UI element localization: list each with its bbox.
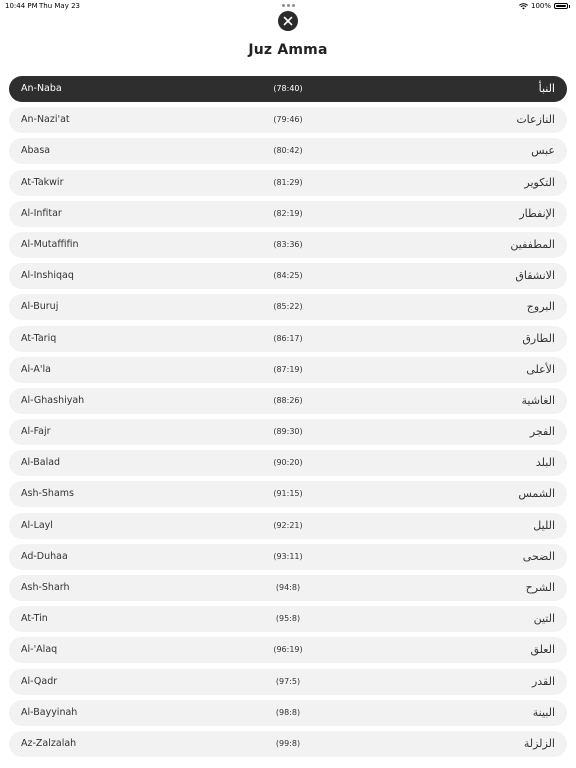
surah-arabic-name: التكوير (524, 175, 555, 189)
surah-row[interactable]: Ash-Sharh (94:8) الشرح (9, 575, 567, 601)
surah-reference: (97:5) (275, 676, 301, 686)
surah-reference: (85:22) (273, 302, 303, 312)
surah-arabic-name: الليل (533, 518, 555, 532)
surah-reference: (90:20) (273, 458, 303, 468)
surah-row[interactable]: Az-Zalzalah (99:8) الزلزلة (9, 730, 567, 757)
surah-reference: (80:42) (273, 146, 303, 156)
surah-reference: (83:36) (273, 239, 303, 249)
surah-reference: (95:8) (275, 614, 301, 624)
surah-arabic-name: العلق (530, 643, 555, 657)
surah-reference: (78:40) (273, 84, 303, 93)
surah-arabic-name: النبأ (538, 82, 555, 95)
surah-row[interactable]: At-Tariq (86:17) الطارق (9, 325, 567, 352)
surah-arabic-name: المطففين (510, 237, 555, 251)
surah-row[interactable]: Al-Balad (90:20) البلد (9, 450, 567, 477)
surah-arabic-name: الفجر (529, 425, 555, 439)
surah-reference: (87:19) (273, 364, 303, 374)
status-indicators: 100% (519, 2, 570, 10)
surah-row[interactable]: Al-A'la (87:19) الأعلى (9, 356, 567, 383)
surah-reference: (82:19) (273, 208, 303, 218)
surah-row[interactable]: Al-'Alaq (96:19) العلق (9, 637, 567, 664)
surah-row[interactable]: Al-Layl (92:21) الليل (9, 512, 567, 539)
surah-row[interactable]: At-Takwir (81:29) التكوير (9, 169, 567, 196)
surah-reference: (94:8) (275, 583, 301, 592)
surah-reference: (98:8) (275, 707, 301, 717)
sheet-grabber-handle[interactable] (282, 4, 295, 7)
surah-row[interactable]: Ad-Duhaa (93:11) الضحى (9, 543, 567, 570)
surah-arabic-name: البلد (535, 456, 555, 470)
surah-arabic-name: القدر (531, 674, 555, 688)
surah-row[interactable]: An-Nazi'at (79:46) النازعات (9, 107, 567, 134)
surah-arabic-name: الانشقاق (515, 269, 555, 283)
surah-row[interactable]: Al-Inshiqaq (84:25) الانشقاق (9, 263, 567, 290)
surah-reference: (91:15) (273, 489, 303, 499)
surah-arabic-name: الطارق (522, 331, 555, 345)
surah-row[interactable]: Ash-Shams (91:15) الشمس (9, 481, 567, 508)
surah-list: An-Naba (78:40) النبأ An-Nazi'at (79:46) النا… (9, 76, 567, 762)
surah-reference: (96:19) (273, 645, 303, 655)
status-date: Thu May 23 (39, 2, 80, 10)
surah-row[interactable]: An-Naba (78:40) النبأ (9, 76, 567, 102)
surah-reference: (89:30) (273, 427, 303, 437)
page-title: Juz Amma (248, 42, 328, 58)
surah-arabic-name: الضحى (522, 549, 555, 563)
surah-row[interactable]: Al-Qadr (97:5) القدر (9, 668, 567, 695)
status-time: 10:44 PM (5, 2, 38, 10)
surah-reference: (84:25) (273, 271, 303, 281)
surah-arabic-name: الغاشية (521, 393, 556, 407)
surah-reference: (93:11) (273, 551, 303, 561)
surah-arabic-name: الشمس (518, 487, 555, 501)
wifi-icon (519, 2, 528, 9)
surah-reference: (99:8) (275, 738, 301, 748)
surah-arabic-name: الشرح (525, 581, 555, 594)
surah-row[interactable]: Abasa (80:42) عبس (9, 138, 567, 165)
battery-icon (554, 3, 570, 9)
surah-row[interactable]: Al-Mutaffifin (83:36) المطففين (9, 231, 567, 258)
surah-arabic-name: البروج (526, 300, 555, 314)
surah-arabic-name: البينة (532, 705, 555, 719)
surah-reference: (86:17) (273, 333, 303, 343)
surah-arabic-name: الإنفطار (519, 206, 555, 220)
surah-arabic-name: النازعات (516, 113, 555, 127)
surah-row[interactable]: Al-Fajr (89:30) الفجر (9, 419, 567, 446)
surah-row[interactable]: Al-Bayyinah (98:8) البينة (9, 699, 567, 726)
surah-arabic-name: الأعلى (526, 362, 555, 376)
surah-arabic-name: الزلزلة (523, 736, 555, 750)
close-button[interactable] (278, 11, 298, 31)
surah-reference: (79:46) (273, 115, 303, 125)
surah-row[interactable]: At-Tin (95:8) التين (9, 606, 567, 633)
surah-reference: (88:26) (273, 395, 303, 405)
surah-row[interactable]: Al-Buruj (85:22) البروج (9, 294, 567, 321)
close-icon (283, 16, 293, 26)
surah-reference: (81:29) (273, 177, 303, 187)
surah-reference: (92:21) (273, 520, 303, 530)
surah-arabic-name: التين (533, 612, 555, 626)
surah-arabic-name: عبس (531, 144, 555, 158)
surah-row[interactable]: Al-Ghashiyah (88:26) الغاشية (9, 387, 567, 414)
surah-row[interactable]: Al-Infitar (82:19) الإنفطار (9, 200, 567, 227)
battery-percent: 100% (530, 2, 551, 10)
